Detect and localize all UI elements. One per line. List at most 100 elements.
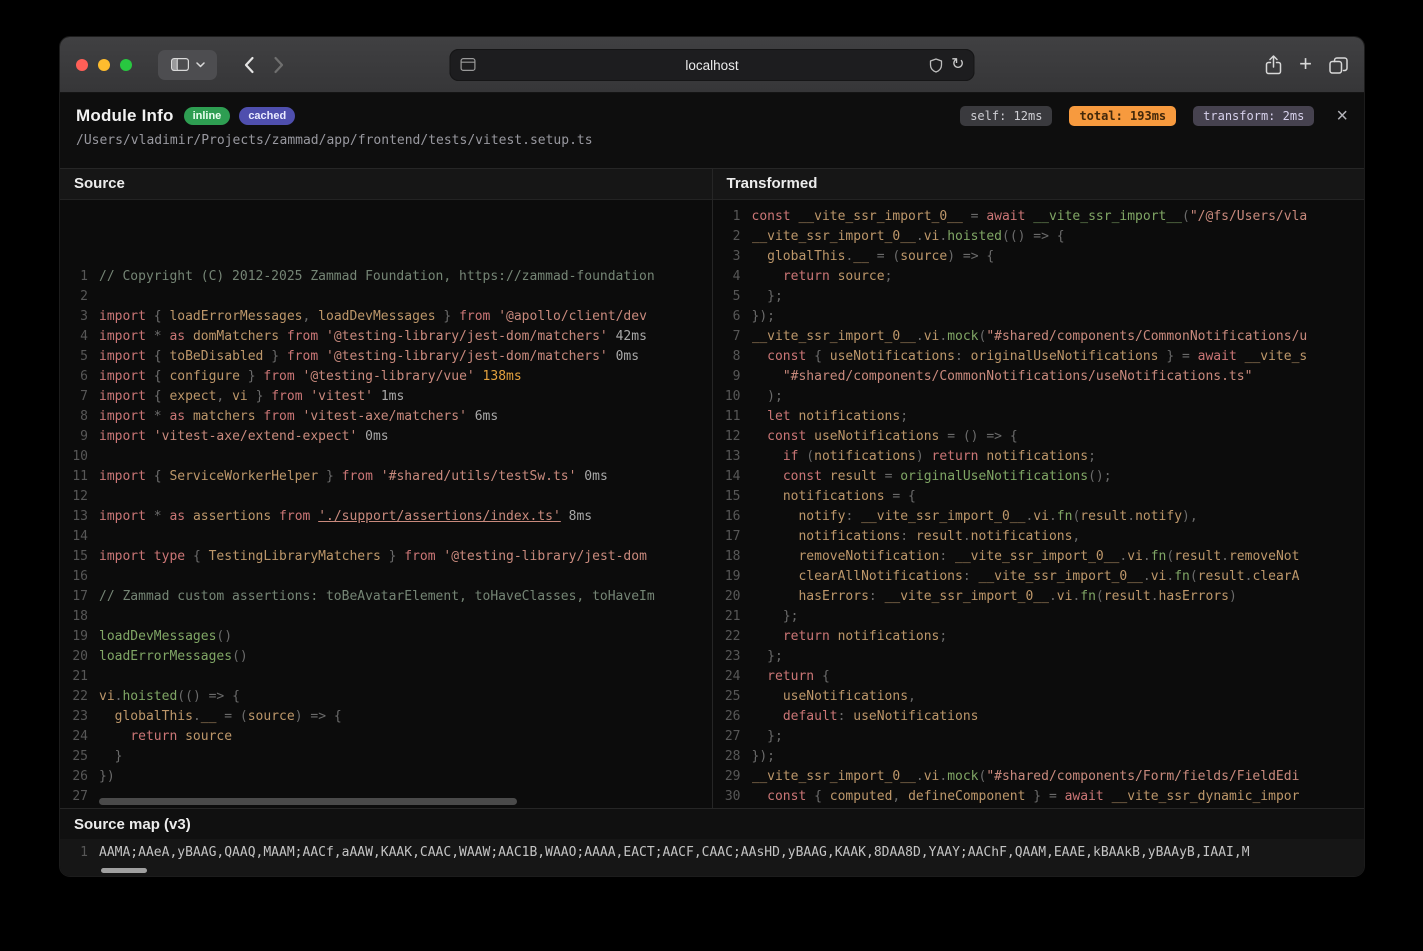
- code-line: 4 return source;: [713, 267, 1365, 287]
- code-text: globalThis.__ = (source) => {: [752, 247, 1365, 267]
- code-text: notifications: result.notifications,: [752, 527, 1365, 547]
- line-number: 9: [713, 367, 741, 387]
- metric-total: total: 193ms: [1069, 106, 1176, 126]
- code-text: [99, 447, 712, 467]
- code-line: 3 globalThis.__ = (source) => {: [713, 247, 1365, 267]
- horizontal-scrollbar[interactable]: [99, 798, 517, 805]
- code-line: 12: [60, 487, 712, 507]
- code-text: import 'vitest-axe/extend-expect' 0ms: [99, 427, 712, 447]
- browser-window: localhost ↻ + Module Info inlinecached s…: [59, 36, 1365, 877]
- zoom-window-button[interactable]: [120, 59, 132, 71]
- code-line: 19loadDevMessages(): [60, 627, 712, 647]
- code-line: 26}): [60, 767, 712, 787]
- code-line: 24 return source: [60, 727, 712, 747]
- share-icon[interactable]: [1265, 55, 1282, 75]
- code-text: // Zammad custom assertions: toBeAvatarE…: [99, 587, 712, 607]
- line-number: 18: [60, 607, 88, 627]
- code-line: 11 let notifications;: [713, 407, 1365, 427]
- line-number: 27: [60, 787, 88, 807]
- code-line: 15 notifications = {: [713, 487, 1365, 507]
- code-line: 9import 'vitest-axe/extend-expect' 0ms: [60, 427, 712, 447]
- metric-self: self: 12ms: [960, 106, 1052, 126]
- code-text: return {: [752, 667, 1365, 687]
- code-line: 14 const result = originalUseNotificatio…: [713, 467, 1365, 487]
- code-text: import * as domMatchers from '@testing-l…: [99, 327, 712, 347]
- line-number: 28: [713, 747, 741, 767]
- code-line: 8 const { useNotifications: originalUseN…: [713, 347, 1365, 367]
- line-number: 24: [713, 667, 741, 687]
- minimize-window-button[interactable]: [98, 59, 110, 71]
- line-number: 17: [60, 587, 88, 607]
- code-text: loadErrorMessages(): [99, 647, 712, 667]
- code-link[interactable]: './support/assertions/index.ts': [318, 509, 561, 524]
- line-number: 11: [60, 467, 88, 487]
- code-line: 2__vite_ssr_import_0__.vi.hoisted(() => …: [713, 227, 1365, 247]
- code-line: 25 useNotifications,: [713, 687, 1365, 707]
- tab-overview-icon[interactable]: [1329, 57, 1348, 74]
- line-number: 1: [713, 207, 741, 227]
- window-controls: [76, 59, 132, 71]
- code-line: 4 import * as domMatchers from '@testing-…: [60, 327, 712, 347]
- code-text: useNotifications,: [752, 687, 1365, 707]
- code-line: 22vi.hoisted(() => {: [60, 687, 712, 707]
- line-number: 23: [713, 647, 741, 667]
- sidebar-icon: [171, 58, 189, 71]
- code-line: 21: [60, 667, 712, 687]
- sidebar-toggle-button[interactable]: [158, 50, 217, 80]
- timing-metrics: self: 12mstotal: 193mstransform: 2ms: [960, 106, 1314, 126]
- code-text: default: useNotifications: [752, 707, 1365, 727]
- line-number: 27: [713, 727, 741, 747]
- code-text: __vite_ssr_import_0__.vi.hoisted(() => {: [752, 227, 1365, 247]
- code-line: 15 import type { TestingLibraryMatchers }…: [60, 547, 712, 567]
- code-line: 24 return {: [713, 667, 1365, 687]
- code-text: hasErrors: __vite_ssr_import_0__.vi.fn(r…: [752, 587, 1365, 607]
- code-text: }): [99, 767, 712, 787]
- line-number: 7: [713, 327, 741, 347]
- line-number: 15: [60, 547, 88, 567]
- address-bar[interactable]: localhost ↻: [450, 49, 975, 81]
- line-number: 20: [713, 587, 741, 607]
- code-line: 23 globalThis.__ = (source) => {: [60, 707, 712, 727]
- code-text: };: [752, 647, 1365, 667]
- line-number: 12: [60, 487, 88, 507]
- line-number: 8: [713, 347, 741, 367]
- code-line: 23 };: [713, 647, 1365, 667]
- line-number: 29: [713, 767, 741, 787]
- code-text: const { useNotifications: originalUseNot…: [752, 347, 1365, 367]
- new-tab-icon[interactable]: +: [1299, 53, 1312, 75]
- code-text: import type { TestingLibraryMatchers } f…: [99, 547, 712, 567]
- toolbar-right: +: [1265, 37, 1348, 93]
- code-line: 1 // Copyright (C) 2012-2025 Zammad Found…: [60, 267, 712, 287]
- line-number: 6: [713, 307, 741, 327]
- code-line: 8import * as matchers from 'vitest-axe/m…: [60, 407, 712, 427]
- line-number: 14: [60, 527, 88, 547]
- close-icon[interactable]: ×: [1336, 106, 1348, 126]
- shield-icon[interactable]: [929, 58, 942, 73]
- horizontal-scrollbar[interactable]: [101, 868, 147, 873]
- module-badges: inlinecached: [184, 107, 296, 125]
- line-number: 4: [60, 327, 88, 347]
- line-number: 5: [713, 287, 741, 307]
- forward-button[interactable]: [273, 56, 285, 74]
- code-text: [99, 527, 712, 547]
- code-text: // Copyright (C) 2012-2025 Zammad Founda…: [99, 267, 712, 287]
- close-window-button[interactable]: [76, 59, 88, 71]
- code-text: );: [752, 387, 1365, 407]
- code-text: return source;: [752, 267, 1365, 287]
- browser-titlebar: localhost ↻ +: [60, 37, 1364, 93]
- line-number: 21: [713, 607, 741, 627]
- code-line: 7import { expect, vi } from 'vitest' 1ms: [60, 387, 712, 407]
- reload-icon[interactable]: ↻: [951, 57, 964, 73]
- back-button[interactable]: [243, 56, 255, 74]
- code-text: import { toBeDisabled } from '@testing-l…: [99, 347, 712, 367]
- code-line: 20 hasErrors: __vite_ssr_import_0__.vi.f…: [713, 587, 1365, 607]
- line-number: 23: [60, 707, 88, 727]
- code-line: 29__vite_ssr_import_0__.vi.mock("#shared…: [713, 767, 1365, 787]
- line-number: 1: [60, 267, 88, 287]
- line-number: 19: [60, 627, 88, 647]
- code-line: 2: [60, 287, 712, 307]
- line-number: 12: [713, 427, 741, 447]
- line-number: 15: [713, 487, 741, 507]
- code-text: __vite_ssr_import_0__.vi.mock("#shared/c…: [752, 327, 1365, 347]
- source-map-section: Source map (v3) 1AAMA;AAeA,yBAAG,QAAQ,MA…: [60, 808, 1364, 876]
